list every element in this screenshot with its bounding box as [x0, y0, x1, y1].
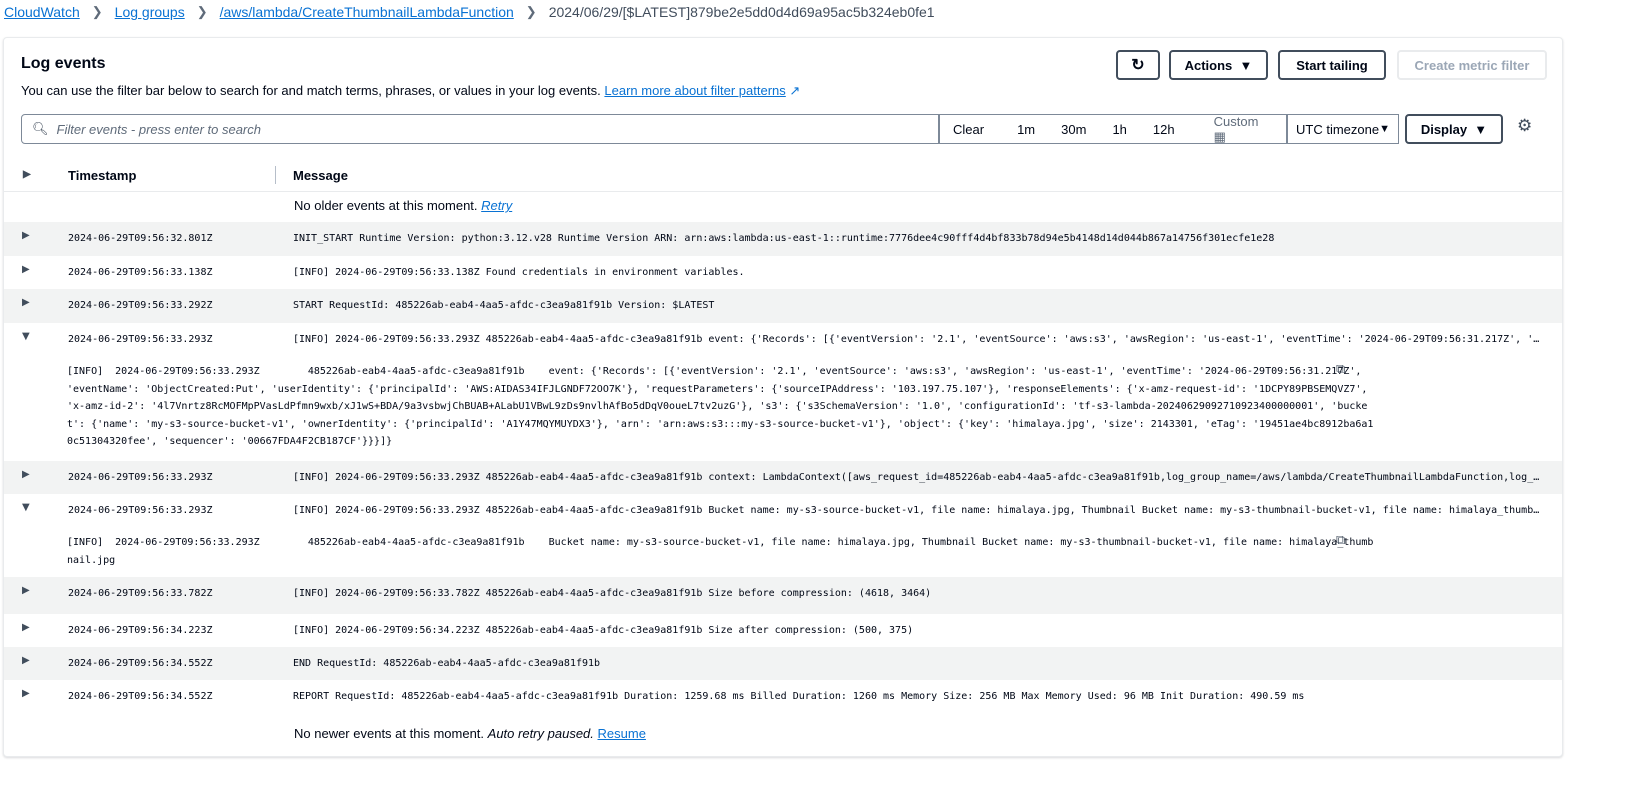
range-30m[interactable]: 30m — [1048, 122, 1099, 137]
time-range-selector: Clear 1m 30m 1h 12h Custom ▦ — [939, 114, 1287, 144]
refresh-button[interactable]: ↻ — [1116, 50, 1160, 80]
actions-button[interactable]: Actions ▼ — [1169, 50, 1268, 80]
caret-down-icon: ▼ — [1379, 123, 1390, 135]
table-header: ▶ Timestamp Message — [4, 159, 1562, 192]
breadcrumb-log-group[interactable]: /aws/lambda/CreateThumbnailLambdaFunctio… — [220, 4, 514, 20]
no-newer-events: No newer events at this moment. Auto ret… — [294, 726, 646, 741]
breadcrumb-log-groups[interactable]: Log groups — [115, 4, 185, 20]
breadcrumb-cloudwatch[interactable]: CloudWatch — [4, 4, 80, 20]
column-divider[interactable] — [275, 166, 276, 184]
caret-right-icon[interactable]: ▶ — [22, 688, 30, 699]
log-event-row[interactable]: ▶ 2024-06-29T09:56:34.223Z [INFO] 2024-0… — [4, 614, 1562, 647]
event-message: REPORT RequestId: 485226ab-eab4-4aa5-afd… — [293, 691, 1305, 702]
caret-right-icon[interactable]: ▶ — [22, 264, 30, 275]
expanded-event-message: [INFO] 2024-06-29T09:56:33.293Z 485226ab… — [67, 537, 1374, 566]
description-text: You can use the filter bar below to sear… — [21, 83, 601, 98]
column-message[interactable]: Message — [293, 168, 348, 183]
actions-label: Actions — [1184, 57, 1233, 73]
copy-icon[interactable]: ⧉ — [1336, 361, 1345, 377]
event-timestamp: 2024-06-29T09:56:33.293Z — [68, 334, 213, 345]
caret-down-icon[interactable]: ▼ — [22, 331, 30, 342]
caret-right-icon[interactable]: ▶ — [22, 297, 30, 308]
auto-retry-text: Auto retry paused. — [487, 726, 594, 741]
event-message: START RequestId: 485226ab-eab4-4aa5-afdc… — [293, 300, 715, 311]
breadcrumb: CloudWatch ❯ Log groups ❯ /aws/lambda/Crea… — [4, 4, 935, 20]
event-message: [INFO] 2024-06-29T09:56:33.782Z 485226ab… — [293, 588, 932, 599]
event-message: [INFO] 2024-06-29T09:56:34.223Z 485226ab… — [293, 625, 914, 636]
settings-gear-icon[interactable]: ⚙ — [1517, 116, 1532, 136]
log-event-row[interactable]: ▼ 2024-06-29T09:56:33.293Z [INFO] 2024-0… — [4, 494, 1562, 528]
timezone-select[interactable]: UTC timezone ▼ — [1287, 114, 1399, 144]
external-link-icon: ↗ — [789, 83, 801, 98]
column-timestamp[interactable]: Timestamp — [68, 168, 136, 183]
create-metric-filter-button[interactable]: Create metric filter — [1397, 50, 1547, 80]
expanded-event-message: [INFO] 2024-06-29T09:56:33.293Z 485226ab… — [67, 366, 1374, 447]
caret-right-icon[interactable]: ▶ — [22, 655, 30, 666]
event-timestamp: 2024-06-29T09:56:33.138Z — [68, 267, 213, 278]
event-message: [INFO] 2024-06-29T09:56:33.293Z 485226ab… — [293, 472, 1543, 483]
page-title: Log events — [21, 55, 106, 72]
event-timestamp: 2024-06-29T09:56:34.552Z — [68, 658, 213, 669]
caret-down-icon[interactable]: ▼ — [22, 502, 30, 513]
log-event-row[interactable]: ▶ 2024-06-29T09:56:33.138Z [INFO] 2024-0… — [4, 256, 1562, 289]
filter-events-input[interactable]: 🔍︎ Filter events - press enter to search — [21, 114, 939, 144]
log-event-row[interactable]: ▼ 2024-06-29T09:56:33.293Z [INFO] 2024-0… — [4, 323, 1562, 357]
event-message: END RequestId: 485226ab-eab4-4aa5-afdc-c… — [293, 658, 601, 669]
event-timestamp: 2024-06-29T09:56:33.782Z — [68, 588, 213, 599]
caret-down-icon: ▼ — [1474, 121, 1488, 137]
event-message: [INFO] 2024-06-29T09:56:33.293Z 485226ab… — [293, 334, 1543, 345]
no-older-text: No older events at this moment. — [294, 198, 478, 213]
retry-link[interactable]: Retry — [481, 198, 512, 213]
event-message: [INFO] 2024-06-29T09:56:33.293Z 485226ab… — [293, 505, 1543, 516]
description: You can use the filter bar below to sear… — [21, 83, 800, 99]
log-event-row[interactable]: ▶ 2024-06-29T09:56:34.552Z REPORT Reques… — [4, 680, 1562, 714]
chevron-right-icon: ❯ — [525, 4, 537, 19]
refresh-icon: ↻ — [1131, 57, 1145, 74]
range-1m[interactable]: 1m — [1004, 122, 1048, 137]
log-event-row[interactable]: ▶ 2024-06-29T09:56:33.782Z [INFO] 2024-0… — [4, 577, 1562, 614]
log-events-panel: Log events You can use the filter bar be… — [3, 37, 1563, 757]
calendar-icon: ▦ — [1213, 128, 1226, 144]
copy-icon[interactable]: ⧉ — [1336, 532, 1345, 548]
timezone-value: UTC timezone — [1296, 121, 1380, 137]
display-label: Display — [1420, 121, 1468, 137]
resume-link[interactable]: Resume — [598, 726, 646, 741]
caret-right-icon[interactable]: ▶ — [22, 469, 30, 480]
display-button[interactable]: Display ▼ — [1405, 114, 1503, 144]
custom-range-button[interactable]: Custom ▦ — [1188, 114, 1286, 145]
custom-label: Custom — [1213, 113, 1259, 129]
chevron-right-icon: ❯ — [196, 4, 208, 19]
no-newer-text: No newer events at this moment. — [294, 726, 485, 741]
learn-more-link[interactable]: Learn more about filter patterns — [604, 83, 785, 98]
caret-right-icon[interactable]: ▶ — [22, 230, 30, 241]
filter-placeholder: Filter events - press enter to search — [56, 121, 261, 137]
log-event-row[interactable]: ▶ 2024-06-29T09:56:33.293Z [INFO] 2024-0… — [4, 461, 1562, 494]
event-timestamp: 2024-06-29T09:56:32.801Z — [68, 233, 213, 244]
start-tailing-button[interactable]: Start tailing — [1278, 50, 1386, 80]
log-event-row[interactable]: ▶ 2024-06-29T09:56:32.801Z INIT_START Ru… — [4, 222, 1562, 256]
event-timestamp: 2024-06-29T09:56:33.293Z — [68, 472, 213, 483]
search-icon: 🔍︎ — [32, 121, 49, 136]
caret-right-icon[interactable]: ▶ — [22, 585, 30, 596]
caret-down-icon: ▼ — [1239, 57, 1253, 73]
event-timestamp: 2024-06-29T09:56:33.293Z — [68, 505, 213, 516]
event-message: [INFO] 2024-06-29T09:56:33.138Z Found cr… — [293, 267, 745, 278]
breadcrumb-log-stream: 2024/06/29/[$LATEST]879be2e5dd0d4d69a95a… — [548, 4, 935, 20]
event-timestamp: 2024-06-29T09:56:34.223Z — [68, 625, 213, 636]
event-message: INIT_START Runtime Version: python:3.12.… — [293, 233, 1275, 244]
caret-right-icon[interactable]: ▶ — [22, 622, 30, 633]
event-timestamp: 2024-06-29T09:56:34.552Z — [68, 691, 213, 702]
chevron-right-icon: ❯ — [91, 4, 103, 19]
range-1h[interactable]: 1h — [1099, 122, 1139, 137]
event-timestamp: 2024-06-29T09:56:33.292Z — [68, 300, 213, 311]
expand-all-icon[interactable]: ▶ — [23, 169, 31, 180]
range-12h[interactable]: 12h — [1140, 122, 1188, 137]
no-older-events: No older events at this moment. Retry — [294, 198, 512, 213]
log-event-row[interactable]: ▶ 2024-06-29T09:56:34.552Z END RequestId… — [4, 647, 1562, 680]
log-event-row[interactable]: ▶ 2024-06-29T09:56:33.292Z START Request… — [4, 289, 1562, 323]
clear-button[interactable]: Clear — [940, 122, 1004, 137]
